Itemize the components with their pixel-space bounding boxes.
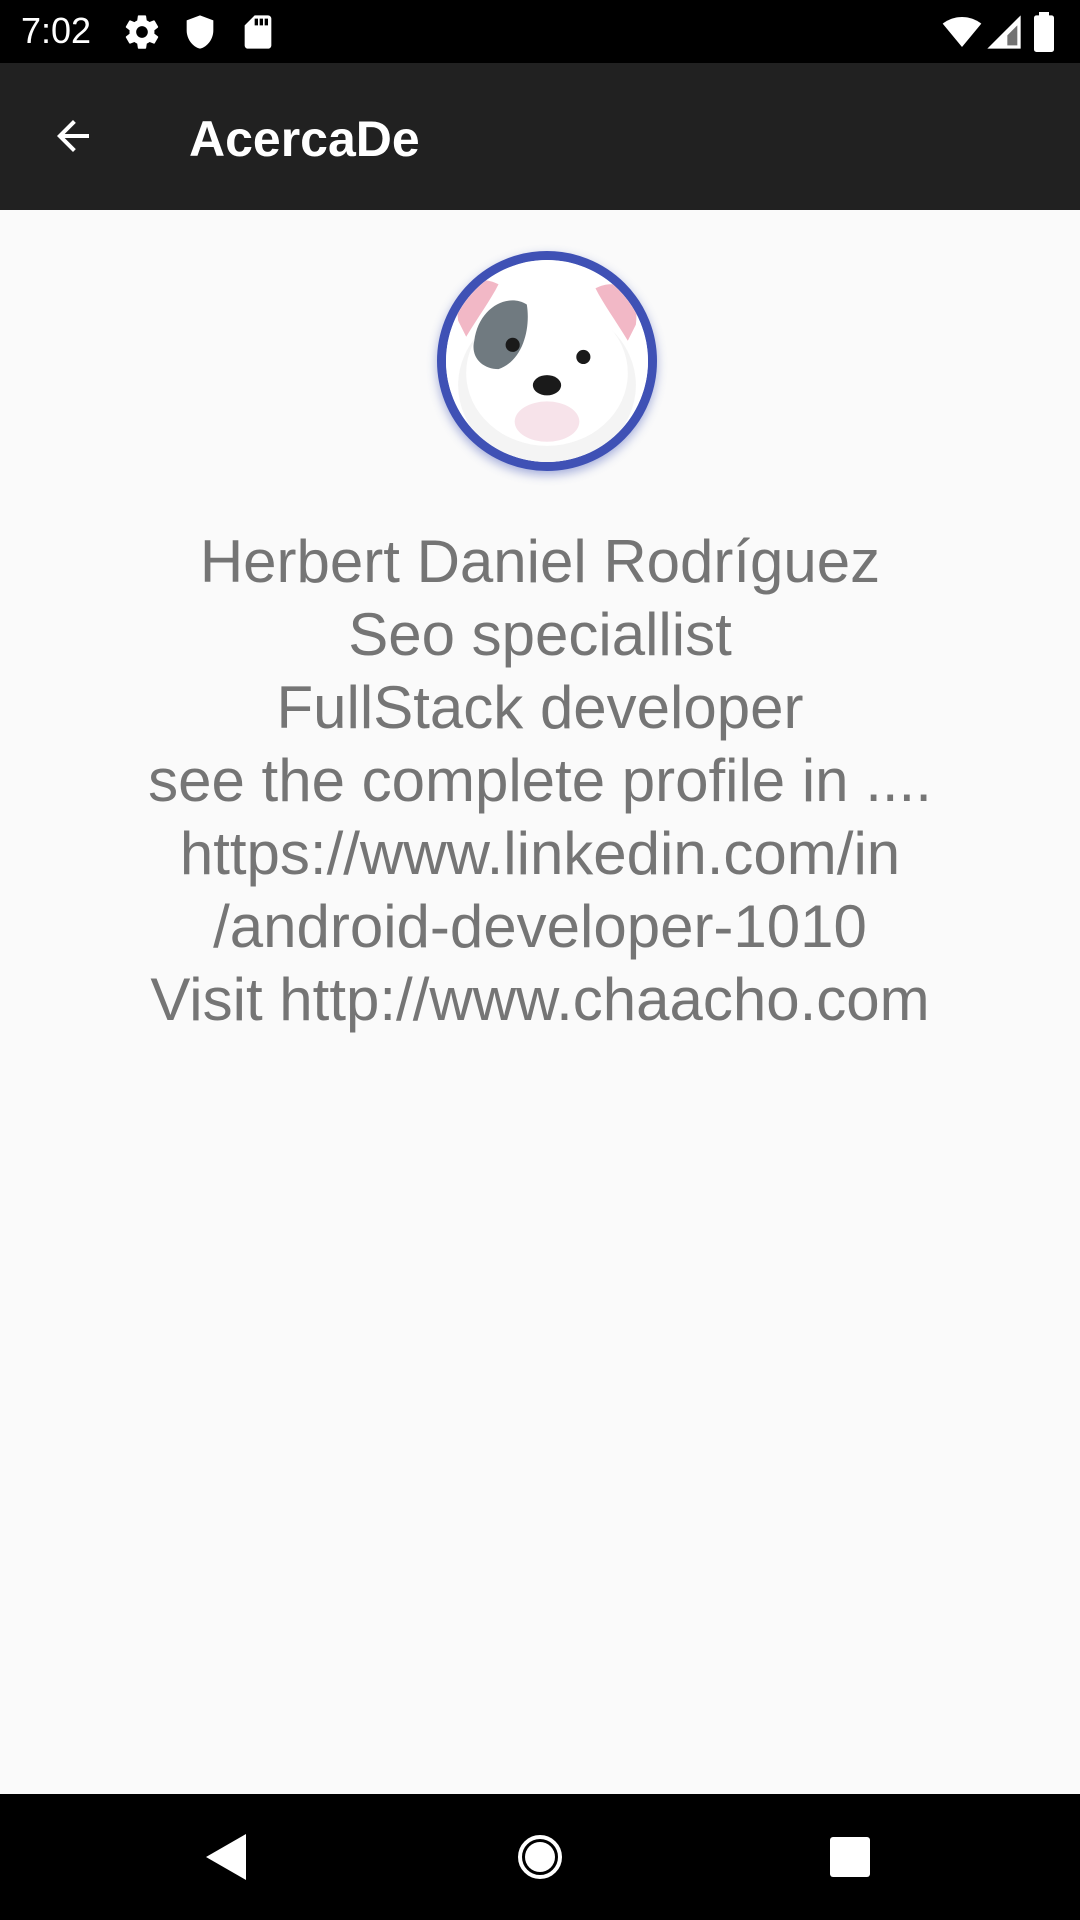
nav-home-button[interactable] (500, 1817, 580, 1897)
about-content: Herbert Daniel Rodríguez Seo speciallist… (0, 210, 1080, 1794)
dog-avatar-icon (446, 260, 648, 462)
back-button[interactable] (33, 96, 113, 176)
linkedin-link-line-2[interactable]: /android-developer-1010 (0, 890, 1080, 963)
page-title: AcercaDe (189, 111, 420, 167)
linkedin-link-line-1[interactable]: https://www.linkedin.com/in (0, 817, 1080, 890)
nav-recents-button[interactable] (810, 1817, 890, 1897)
settings-icon (122, 12, 162, 52)
home-circle-icon (518, 1835, 562, 1879)
profile-role-fullstack: FullStack developer (276, 674, 804, 741)
profile-role-seo: Seo speciallist (348, 601, 732, 668)
app-bar: AcercaDe (0, 63, 1080, 210)
status-time: 7:02 (21, 10, 92, 51)
cell-signal-icon (984, 12, 1024, 52)
status-bar: 7:02 (0, 0, 1080, 63)
arrow-back-icon (57, 120, 89, 152)
recents-square-icon (830, 1837, 870, 1877)
website-link[interactable]: Visit http://www.chaacho.com (0, 963, 1080, 1036)
nav-back-button[interactable] (185, 1817, 265, 1897)
profile-name: Herbert Daniel Rodríguez (199, 528, 881, 595)
profile-info: Herbert Daniel Rodríguez Seo speciallist… (0, 525, 1080, 1036)
avatar (437, 251, 657, 471)
wifi-icon (942, 12, 982, 52)
profile-note: see the complete profile in .... (148, 747, 932, 814)
battery-icon (1028, 12, 1060, 52)
back-triangle-icon (206, 1834, 246, 1880)
navigation-bar (0, 1794, 1080, 1920)
shield-icon (180, 12, 220, 52)
sd-card-icon (238, 12, 278, 52)
